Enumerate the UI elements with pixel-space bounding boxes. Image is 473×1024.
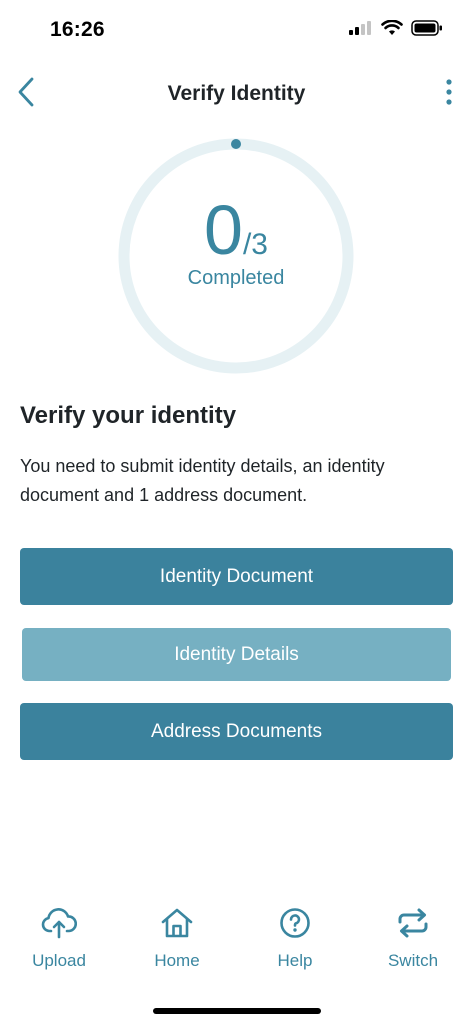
status-bar: 16:26 [0,0,473,60]
switch-arrows-icon [395,905,431,941]
cloud-upload-icon [41,905,77,941]
tab-help-label: Help [277,951,313,970]
tab-help[interactable]: Help [250,905,340,971]
section-heading: Verify your identity [20,402,237,429]
identity-document-button[interactable]: Identity Document [20,548,453,605]
total-count: /3 [242,228,268,261]
section-description: You need to submit identity details, an … [20,456,385,505]
progress-summary: 0/3 Completed [118,195,354,290]
more-vertical-icon [446,78,452,110]
home-indicator [153,1008,321,1014]
progress-ring-indicator [231,139,241,149]
status-time: 16:26 [50,18,105,41]
cellular-signal-icon [349,21,373,40]
tab-home[interactable]: Home [132,905,222,971]
tab-switch-label: Switch [387,951,439,970]
tab-upload[interactable]: Upload [14,905,104,971]
more-options-button[interactable] [437,74,461,114]
home-icon [159,905,195,941]
wifi-icon [381,19,403,41]
bottom-tab-bar: Upload Home Help Switch [0,905,473,985]
page-title: Verify Identity [167,82,306,105]
identity-details-button[interactable]: Identity Details [22,628,451,681]
address-documents-button[interactable]: Address Documents [20,703,453,760]
tab-home-label: Home [154,951,200,970]
progress-label: Completed [187,267,285,289]
completed-count: 0 [204,191,243,269]
progress-count: 0/3 [118,195,354,265]
nav-bar: Verify Identity [0,70,473,120]
tab-upload-label: Upload [32,951,86,970]
battery-icon [411,20,443,41]
help-circle-icon [277,905,313,941]
tab-switch[interactable]: Switch [368,905,458,971]
status-icons [349,19,443,41]
